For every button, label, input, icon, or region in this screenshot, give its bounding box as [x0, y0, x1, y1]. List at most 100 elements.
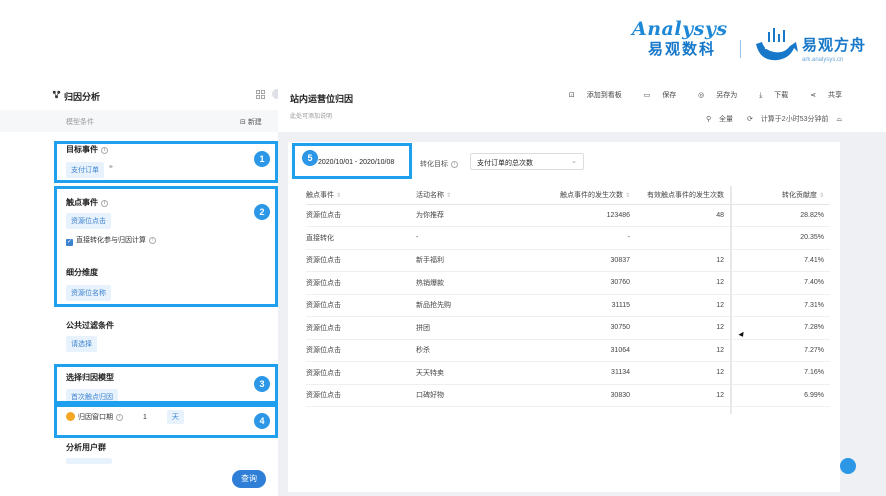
table-cell: 12 [636, 294, 730, 317]
table-cell: 31064 [526, 339, 636, 362]
sort-icon: ⇕ [624, 192, 630, 199]
save-as-button[interactable]: ◎ 另存为 [688, 92, 737, 99]
badge-3: 3 [254, 376, 270, 392]
table-row[interactable]: 资源位点击 新品抢先购 31115 12 7.31% [306, 294, 830, 317]
table-row[interactable]: 资源位点击 拼团 30750 12 7.28% [306, 316, 830, 340]
table-cell: 30837 [526, 249, 636, 272]
analysys-logo: Analysys 易观数科 [632, 18, 732, 59]
table-cell: 资源位点击 [306, 249, 416, 272]
table-cell: 资源位点击 [306, 204, 416, 227]
table-cell: 资源位点击 [306, 361, 416, 385]
attribution-table: 触点事件 ⇕ 活动名称 ⇕ 触点事件的发生次数 ⇕ 有效触点事件的发生次数 转化贡献度… [306, 186, 830, 407]
add-to-board-label: 添加到看板 [586, 92, 622, 99]
analysys-logo-en: Analysys [632, 18, 728, 40]
download-button[interactable]: ⤓ 下载 [749, 92, 788, 99]
goal-select-value: 支付订单的总次数 [477, 160, 533, 167]
table-cell: 新品抢先购 [416, 294, 526, 317]
col-header[interactable]: 触点事件 ⇕ [306, 186, 416, 205]
table-cell: - [526, 226, 636, 250]
grid-icon[interactable] [256, 90, 265, 99]
col-header[interactable]: 触点事件的发生次数 ⇕ [526, 186, 636, 205]
highlight-box-touch [54, 186, 278, 307]
col-header[interactable]: 活动名称 ⇕ [416, 186, 526, 205]
col-header-label: 活动名称 [416, 191, 444, 199]
brand-header: Analysys 易观数科 易观方舟 ark.analysys.cn [0, 0, 886, 80]
table-cell: 7.27% [730, 339, 830, 362]
users-tag[interactable] [66, 458, 112, 464]
goal-select[interactable]: 支付订单的总次数 ⌄ [470, 153, 584, 170]
save-icon: ▭ [643, 92, 653, 99]
col-header[interactable]: 有效触点事件的发生次数 [636, 186, 730, 205]
table-cell: 资源位点击 [306, 271, 416, 295]
table-row[interactable]: 资源位点击 秒杀 31064 12 7.27% [306, 339, 830, 362]
badge-1: 1 [254, 151, 270, 167]
table-row[interactable]: 资源位点击 热销爆款 30760 12 7.40% [306, 271, 830, 295]
table-cell: 12 [636, 271, 730, 295]
report-description[interactable]: 此处可添加说明 [290, 111, 332, 120]
report-toolbar: ⊡ 添加到看板 ▭ 保存 ◎ 另存为 ⤓ 下载 ⋖ 共享 [549, 90, 842, 100]
table-cell: 20.35% [730, 226, 830, 250]
query-button[interactable]: 查询 [232, 470, 266, 488]
table-row[interactable]: 资源位点击 新手福利 30837 12 7.41% [306, 249, 830, 272]
badge-5: 5 [302, 150, 318, 166]
save-label: 保存 [662, 92, 677, 99]
highlight-box-target [54, 141, 278, 183]
table-cell: 7.41% [730, 249, 830, 272]
table-cell: 12 [636, 384, 730, 407]
save-button[interactable]: ▭ 保存 [634, 92, 677, 99]
table-cell: 7.31% [730, 294, 830, 317]
badge-4: 4 [254, 413, 270, 429]
table-body: 资源位点击 为你推荐 123486 48 28.82% 直接转化 - -20.35% 资源位点击… [306, 204, 830, 407]
brand-divider [740, 40, 741, 58]
table-row[interactable]: 资源位点击 天天特卖 31134 12 7.16% [306, 361, 830, 385]
share-button[interactable]: ⋖ 共享 [800, 92, 842, 99]
table-cell: 7.16% [730, 361, 830, 385]
report-header: 站内运营位归因 此处可添加说明 ⊡ 添加到看板 ▭ 保存 ◎ 另存为 ⤓ 下载 … [278, 80, 886, 132]
new-icon: ⊟ [240, 119, 248, 126]
table-cell: 30760 [526, 271, 636, 295]
table-cell: 资源位点击 [306, 339, 416, 362]
table-cell: 12 [636, 339, 730, 362]
goal-label: 转化目标 i [420, 159, 458, 169]
model-subheader: 模型条件 ⊟ 新建 [0, 110, 278, 132]
panel-title: 归因分析 [64, 92, 101, 102]
scope-button[interactable]: ⚲ 全量 [700, 116, 733, 123]
table-cell: 口碑好物 [416, 384, 526, 407]
report-meta: ⚲ 全量 ⟳ 计算于2小时53分钟前 ⌓ [694, 114, 842, 124]
table-row[interactable]: 资源位点击 口碑好物 30830 12 6.99% [306, 384, 830, 407]
table-row[interactable]: 直接转化 - -20.35% [306, 226, 830, 250]
filter-title: 公共过滤条件 [66, 321, 114, 330]
table-cell: 资源位点击 [306, 316, 416, 340]
col-header[interactable]: 转化贡献度 ⇕ [730, 186, 830, 205]
col-header-label: 转化贡献度 [781, 191, 817, 199]
highlight-box-window [54, 404, 278, 438]
fixed-column-divider [730, 186, 732, 414]
table-row[interactable]: 资源位点击 为你推荐 123486 48 28.82% [306, 204, 830, 227]
table-cell: 直接转化 [306, 226, 416, 250]
refresh-info[interactable]: ⟳ 计算于2小时53分钟前 [741, 116, 829, 123]
col-header-label: 触点事件 [306, 191, 334, 199]
new-button[interactable]: ⊟ 新建 [240, 117, 262, 127]
left-panel-header: 归因分析 [0, 80, 284, 110]
sort-icon: ⇕ [336, 192, 342, 199]
refresh-label: 计算于2小时53分钟前 [760, 116, 829, 123]
table-cell: 秒杀 [416, 339, 526, 362]
share-icon: ⋖ [810, 92, 818, 99]
filter-select[interactable]: 请选择 [66, 336, 97, 352]
table-cell: 6.99% [730, 384, 830, 407]
attribution-icon [52, 90, 61, 99]
table-cell: 7.40% [730, 271, 830, 295]
download-label: 下载 [774, 92, 789, 99]
ark-logo-cn: 易观方舟 [802, 37, 867, 54]
save-as-icon: ◎ [698, 92, 707, 99]
hide-icon[interactable]: ⌓ [836, 116, 842, 123]
download-icon: ⤓ [759, 92, 765, 99]
refresh-icon: ⟳ [747, 116, 755, 123]
add-to-board-button[interactable]: ⊡ 添加到看板 [559, 92, 622, 99]
report-title: 站内运营位归因 [290, 94, 354, 104]
col-header-label: 触点事件的发生次数 [559, 191, 623, 199]
analysys-logo-cn: 易观数科 [648, 41, 717, 58]
ark-whale-icon [756, 28, 798, 61]
chevron-down-icon: ⌄ [571, 158, 577, 165]
help-float-button[interactable] [840, 458, 856, 474]
